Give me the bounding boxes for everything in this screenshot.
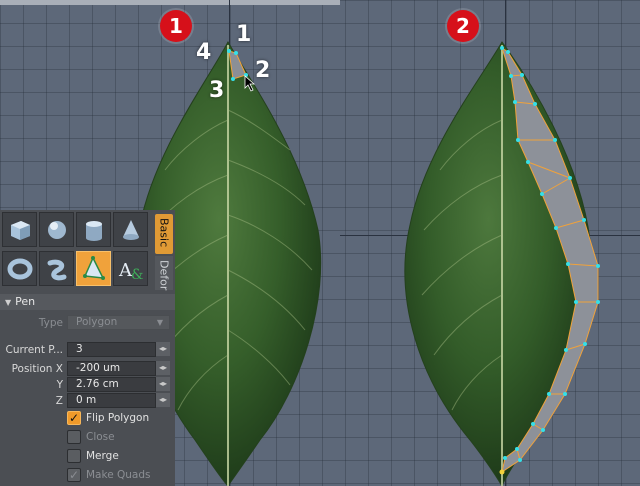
leaf-right: [404, 41, 600, 486]
position-x-spinner-icon[interactable]: ◂▸: [156, 361, 170, 375]
merge-row: Merge: [0, 447, 175, 465]
cone-icon: [123, 220, 139, 240]
sphere-icon: [48, 221, 66, 239]
pen-section-title: Pen: [15, 295, 36, 308]
position-z-field[interactable]: 0 m: [67, 393, 156, 408]
pen-icon: [83, 256, 105, 280]
cylinder-icon: [86, 221, 102, 241]
close-label: Close: [86, 431, 115, 443]
position-z-row: Z 0 m ◂▸: [0, 392, 175, 410]
flip-polygon-checkbox[interactable]: ✓: [67, 411, 81, 425]
flip-polygon-row: ✓ Flip Polygon: [0, 409, 175, 427]
vertex-label-3: 3: [209, 78, 225, 103]
step-badge-2: 2: [447, 10, 479, 42]
collapse-triangle-icon: ▼: [5, 298, 12, 307]
make-quads-row: ✓ Make Quads: [0, 466, 175, 484]
text-tool-button[interactable]: A &: [113, 251, 148, 286]
cube-icon: [11, 221, 30, 240]
tube-icon: [47, 259, 67, 281]
make-quads-label: Make Quads: [86, 469, 151, 481]
type-row: Type Polygon ▼: [0, 314, 175, 332]
position-z-spinner-icon[interactable]: ◂▸: [156, 393, 170, 407]
position-y-spinner-icon[interactable]: ◂▸: [156, 377, 170, 391]
svg-text:&: &: [131, 267, 143, 283]
vertex-label-1: 1: [236, 22, 252, 47]
torus-icon: [7, 258, 33, 280]
make-quads-checkbox[interactable]: ✓: [67, 468, 81, 482]
tool-grid: A &: [2, 212, 152, 290]
dropdown-arrow-icon: ▼: [156, 318, 163, 327]
tube-tool-button[interactable]: [39, 251, 74, 286]
pen-tool-button[interactable]: [76, 251, 111, 286]
flip-polygon-label: Flip Polygon: [86, 412, 150, 424]
step-badge-1: 1: [160, 10, 192, 42]
text-tool-icon: A &: [118, 260, 143, 283]
vertex-label-2: 2: [255, 58, 271, 83]
pen-section-header[interactable]: ▼ Pen: [0, 294, 175, 310]
current-point-spinner-icon[interactable]: ◂▸: [156, 342, 170, 356]
current-point-row: Current P... 3 ◂▸: [0, 341, 175, 359]
position-x-field[interactable]: -200 um: [67, 361, 156, 376]
cylinder-tool-button[interactable]: [76, 212, 111, 247]
cube-tool-button[interactable]: [2, 212, 37, 247]
tool-panel: A & Basic Defor ▼ Pen Type Polygon ▼ Curre…: [0, 210, 175, 486]
position-y-field[interactable]: 2.76 cm: [67, 377, 156, 392]
close-checkbox[interactable]: [67, 430, 81, 444]
torus-tool-button[interactable]: [2, 251, 37, 286]
close-row: Close: [0, 428, 175, 446]
tab-basic[interactable]: Basic: [155, 214, 173, 254]
sphere-tool-button[interactable]: [39, 212, 74, 247]
current-point-field[interactable]: 3: [67, 342, 156, 357]
cone-tool-button[interactable]: [113, 212, 148, 247]
current-point-label: Current P...: [5, 344, 63, 356]
type-value: Polygon: [76, 316, 118, 328]
type-dropdown[interactable]: Polygon ▼: [67, 315, 170, 330]
tab-deform[interactable]: Defor: [155, 256, 173, 290]
position-z-label: Z: [55, 395, 63, 407]
type-label: Type: [38, 317, 63, 329]
merge-checkbox[interactable]: [67, 449, 81, 463]
merge-label: Merge: [86, 450, 119, 462]
vertex-label-4: 4: [196, 40, 212, 65]
